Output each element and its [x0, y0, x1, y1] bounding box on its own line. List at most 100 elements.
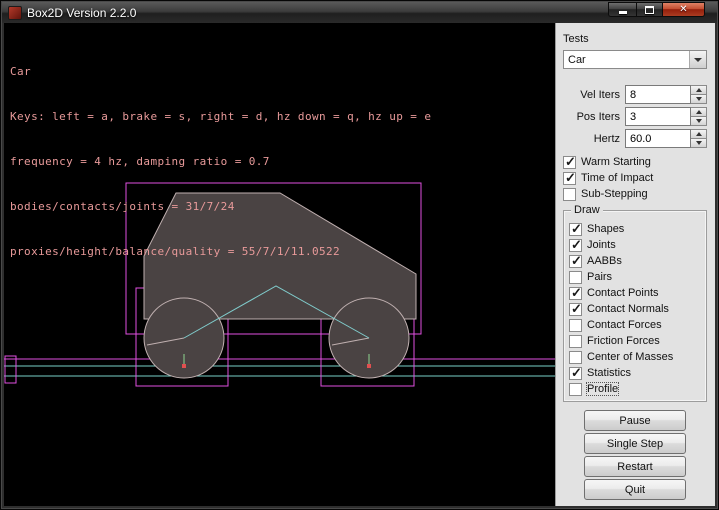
- close-button[interactable]: ✕: [663, 2, 705, 17]
- checkbox-box: [569, 287, 582, 300]
- single-step-button[interactable]: Single Step: [584, 433, 686, 454]
- draw-group-label: Draw: [571, 204, 603, 216]
- down-arrow-icon: [696, 97, 702, 101]
- hertz-stepper: [691, 129, 707, 148]
- checkbox-label: Time of Impact: [581, 172, 653, 184]
- close-icon: ✕: [679, 5, 687, 15]
- vel-iters-up-button[interactable]: [691, 85, 707, 95]
- checkbox-pairs[interactable]: Pairs: [569, 269, 702, 285]
- checkbox-box: [563, 172, 576, 185]
- vel-iters-input[interactable]: [625, 85, 691, 104]
- checkbox-label: Shapes: [587, 223, 624, 235]
- checkbox-label: Sub-Stepping: [581, 188, 648, 200]
- checkbox-label: Profile: [587, 383, 618, 395]
- checkbox-shapes[interactable]: Shapes: [569, 221, 702, 237]
- vel-iters-stepper: [691, 85, 707, 104]
- pos-iters-stepper: [691, 107, 707, 126]
- checkbox-label: Warm Starting: [581, 156, 651, 168]
- checkbox-box: [569, 335, 582, 348]
- pos-iters-down-button[interactable]: [691, 117, 707, 126]
- down-arrow-icon: [696, 119, 702, 123]
- overlay-proxy-stats: proxies/height/balance/quality = 55/7/1/…: [10, 244, 431, 259]
- down-arrow-icon: [696, 141, 702, 145]
- tests-dropdown-value: Car: [564, 51, 689, 68]
- hertz-row: Hertz: [563, 129, 707, 148]
- quit-button[interactable]: Quit: [584, 479, 686, 500]
- simulation-canvas[interactable]: Car Keys: left = a, brake = s, right = d…: [4, 23, 555, 506]
- checkbox-box: [569, 367, 582, 380]
- checkbox-contact-forces[interactable]: Contact Forces: [569, 317, 702, 333]
- checkbox-center-of-masses[interactable]: Center of Masses: [569, 349, 702, 365]
- hertz-down-button[interactable]: [691, 139, 707, 148]
- checkbox-label: Pairs: [587, 271, 612, 283]
- up-arrow-icon: [696, 132, 702, 136]
- checkbox-label: Statistics: [587, 367, 631, 379]
- checkbox-profile[interactable]: Profile: [569, 381, 702, 397]
- tests-dropdown[interactable]: Car: [563, 50, 707, 69]
- checkbox-box: [569, 271, 582, 284]
- checkbox-box: [569, 239, 582, 252]
- window-title: Box2D Version 2.2.0: [27, 6, 136, 20]
- caption-buttons: ✕: [608, 2, 705, 17]
- maximize-icon: [645, 6, 654, 14]
- checkbox-contact-normals[interactable]: Contact Normals: [569, 301, 702, 317]
- checkbox-box: [569, 319, 582, 332]
- restart-button[interactable]: Restart: [584, 456, 686, 477]
- checkbox-box: [569, 223, 582, 236]
- checkbox-label: Friction Forces: [587, 335, 660, 347]
- up-arrow-icon: [696, 110, 702, 114]
- checkbox-box: [569, 303, 582, 316]
- window-content: Car Keys: left = a, brake = s, right = d…: [4, 23, 715, 506]
- draw-group: Draw Shapes Joints AABBs Pairs: [563, 210, 707, 402]
- checkbox-box: [569, 351, 582, 364]
- checkbox-time-of-impact[interactable]: Time of Impact: [563, 170, 707, 186]
- pos-iters-label: Pos Iters: [563, 111, 620, 123]
- titlebar[interactable]: Box2D Version 2.2.0 ✕: [2, 2, 717, 23]
- maximize-button[interactable]: [636, 2, 663, 17]
- solver-checkboxes: Warm Starting Time of Impact Sub-Steppin…: [563, 154, 707, 202]
- checkbox-warm-starting[interactable]: Warm Starting: [563, 154, 707, 170]
- pos-iters-input[interactable]: [625, 107, 691, 126]
- aabb-ground-corner: [5, 356, 16, 383]
- checkbox-box: [563, 156, 576, 169]
- vel-iters-row: Vel Iters: [563, 85, 707, 104]
- minimize-button[interactable]: [608, 2, 636, 17]
- ground-lines: [4, 366, 555, 376]
- checkbox-box: [569, 383, 582, 396]
- hertz-input[interactable]: [625, 129, 691, 148]
- pos-iters-row: Pos Iters: [563, 107, 707, 126]
- control-panel: Tests Car Vel Iters Pos Iters: [555, 23, 715, 506]
- overlay-body-stats: bodies/contacts/joints = 31/7/24: [10, 199, 431, 214]
- minimize-icon: [619, 11, 627, 14]
- overlay-frequency: frequency = 4 hz, damping ratio = 0.7: [10, 154, 431, 169]
- checkbox-box: [569, 255, 582, 268]
- tests-label: Tests: [563, 33, 707, 45]
- vel-iters-label: Vel Iters: [563, 89, 620, 101]
- checkbox-label: Contact Points: [587, 287, 659, 299]
- pause-button[interactable]: Pause: [584, 410, 686, 431]
- action-buttons: Pause Single Step Restart Quit: [563, 410, 707, 502]
- checkbox-joints[interactable]: Joints: [569, 237, 702, 253]
- checkbox-label: Contact Normals: [587, 303, 669, 315]
- dropdown-arrow-icon: [689, 51, 706, 68]
- app-icon: [8, 6, 22, 20]
- checkbox-label: Joints: [587, 239, 616, 251]
- checkbox-label: Center of Masses: [587, 351, 673, 363]
- checkbox-label: Contact Forces: [587, 319, 662, 331]
- overlay-test-name: Car: [10, 64, 431, 79]
- checkbox-box: [563, 188, 576, 201]
- checkbox-statistics[interactable]: Statistics: [569, 365, 702, 381]
- checkbox-friction-forces[interactable]: Friction Forces: [569, 333, 702, 349]
- checkbox-sub-stepping[interactable]: Sub-Stepping: [563, 186, 707, 202]
- hertz-up-button[interactable]: [691, 129, 707, 139]
- up-arrow-icon: [696, 88, 702, 92]
- app-window: Box2D Version 2.2.0 ✕: [0, 0, 719, 510]
- pos-iters-up-button[interactable]: [691, 107, 707, 117]
- vel-iters-down-button[interactable]: [691, 95, 707, 104]
- hertz-label: Hertz: [563, 133, 620, 145]
- checkbox-aabbs[interactable]: AABBs: [569, 253, 702, 269]
- stats-overlay: Car Keys: left = a, brake = s, right = d…: [10, 34, 431, 289]
- checkbox-contact-points[interactable]: Contact Points: [569, 285, 702, 301]
- overlay-keys-help: Keys: left = a, brake = s, right = d, hz…: [10, 109, 431, 124]
- checkbox-label: AABBs: [587, 255, 622, 267]
